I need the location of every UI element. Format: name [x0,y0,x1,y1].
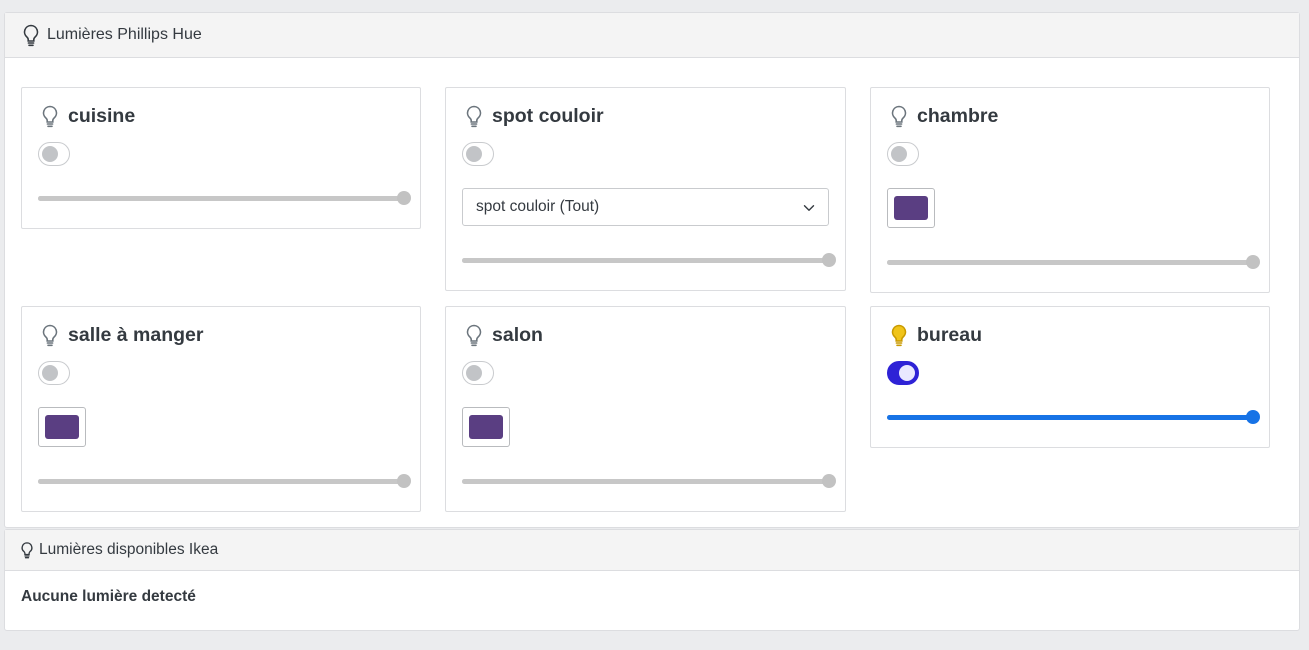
hue-lights-panel: Lumières Phillips Hue cuisine spot coulo… [4,12,1300,528]
power-toggle[interactable] [38,142,70,166]
brightness-slider[interactable] [38,190,411,206]
lightbulb-on-icon [889,323,909,347]
hue-panel-title: Lumières Phillips Hue [47,26,202,43]
brightness-slider[interactable] [462,473,836,489]
lightbulb-off-icon [40,323,60,347]
ikea-lights-panel: Lumières disponibles Ikea Aucune lumière… [4,529,1300,631]
group-select-value: spot couloir (Tout) [476,198,600,215]
light-card-bureau: bureau [870,306,1270,448]
light-name: spot couloir [492,104,604,127]
lightbulb-off-icon [889,104,909,128]
no-lights-message: Aucune lumière detecté [21,588,196,605]
lightbulb-outline-icon [19,541,35,559]
light-card-cuisine: cuisine [21,87,421,229]
slider-thumb[interactable] [822,253,836,267]
light-name: chambre [917,104,999,127]
brightness-slider[interactable] [887,254,1260,270]
slider-thumb[interactable] [1246,410,1260,424]
color-swatch [469,415,503,439]
power-toggle[interactable] [38,361,70,385]
light-name: salle à manger [68,323,204,346]
hue-panel-header: Lumières Phillips Hue [5,13,1299,58]
slider-thumb[interactable] [397,191,411,205]
light-name: bureau [917,323,983,346]
toggle-knob [42,146,58,162]
lightbulb-off-icon [464,323,484,347]
lightbulb-outline-icon [21,23,41,47]
light-card-spot-couloir: spot couloir spot couloir (Tout) [445,87,846,291]
color-picker[interactable] [462,407,510,447]
toggle-knob [899,365,915,381]
power-toggle[interactable] [887,142,919,166]
brightness-slider[interactable] [462,252,836,268]
light-name: salon [492,323,543,346]
ikea-panel-title: Lumières disponibles Ikea [39,541,219,558]
color-swatch [45,415,79,439]
color-swatch [894,196,928,220]
slider-thumb[interactable] [822,474,836,488]
color-picker[interactable] [887,188,935,228]
power-toggle[interactable] [887,361,919,385]
lightbulb-off-icon [464,104,484,128]
power-toggle[interactable] [462,142,494,166]
slider-thumb[interactable] [397,474,411,488]
toggle-knob [891,146,907,162]
chevron-down-icon [802,201,816,215]
brightness-slider[interactable] [38,473,411,489]
power-toggle[interactable] [462,361,494,385]
lightbulb-off-icon [40,104,60,128]
group-select[interactable]: spot couloir (Tout) [462,188,829,226]
slider-thumb[interactable] [1246,255,1260,269]
color-picker[interactable] [38,407,86,447]
brightness-slider[interactable] [887,409,1260,425]
light-name: cuisine [68,104,136,127]
light-card-salle-a-manger: salle à manger [21,306,421,512]
toggle-knob [466,146,482,162]
toggle-knob [42,365,58,381]
ikea-panel-header: Lumières disponibles Ikea [5,530,1299,571]
toggle-knob [466,365,482,381]
light-card-salon: salon [445,306,846,512]
light-card-chambre: chambre [870,87,1270,293]
